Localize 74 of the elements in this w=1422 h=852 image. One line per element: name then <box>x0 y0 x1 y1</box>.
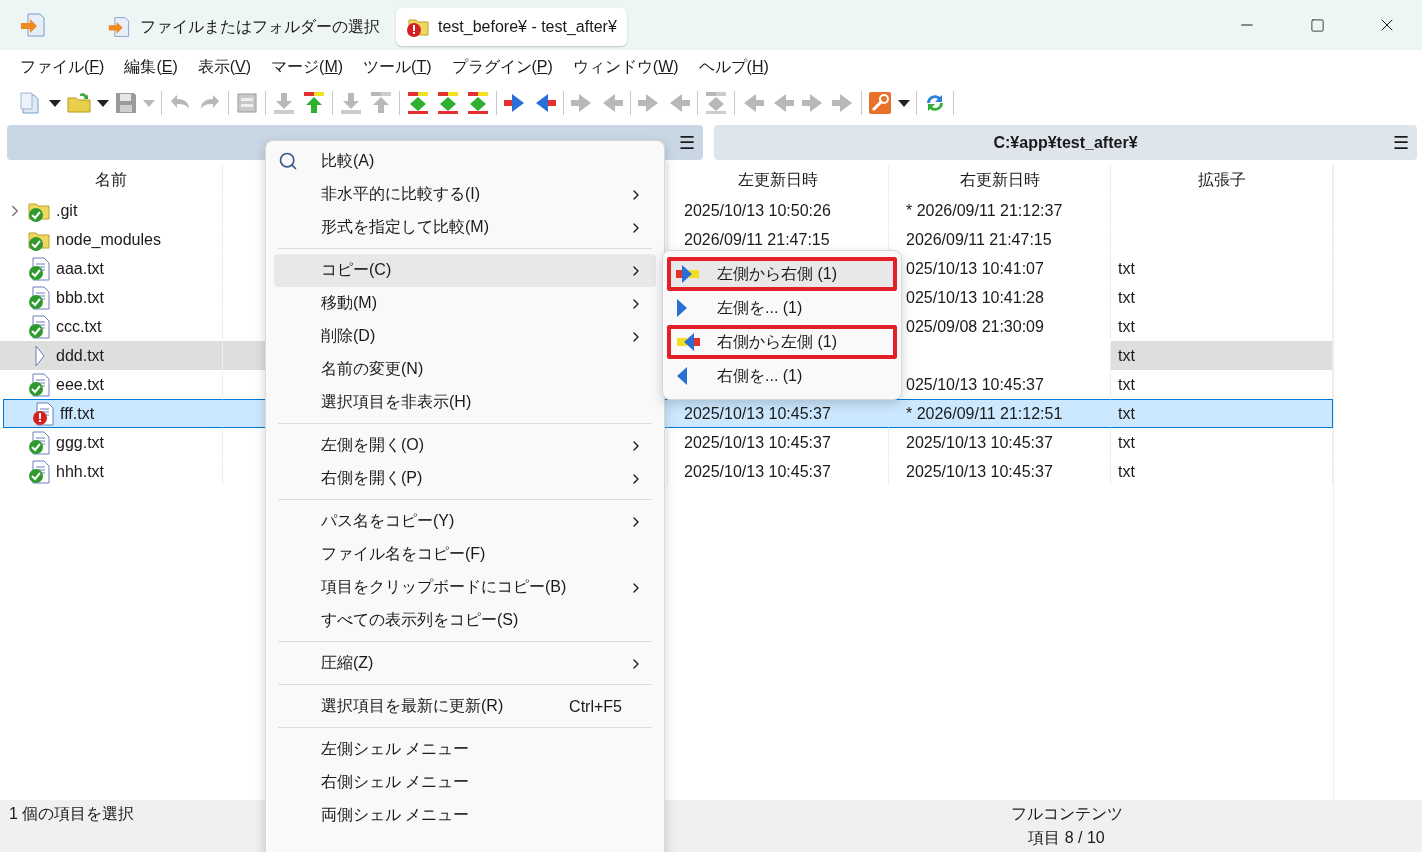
menu-item[interactable]: 削除(D) <box>274 320 656 353</box>
shortcut-text: Ctrl+F5 <box>569 697 623 716</box>
table-cell: 2025/10/13 10:50:26 <box>668 196 889 225</box>
menu-item[interactable]: コピー(C) <box>274 254 656 287</box>
menu-item[interactable]: 両側シェル メニュー <box>274 799 656 832</box>
status-text: フルコンテンツ <box>1010 804 1123 824</box>
file-name: ggg.txt <box>56 433 105 452</box>
table-cell: 2025/10/13 10:45:37 <box>889 428 1111 457</box>
table-cell[interactable]: ddd.txt <box>0 341 223 370</box>
table-cell: 2025/10/13 10:45:37 <box>668 428 889 457</box>
menu-item[interactable]: ファイル名をコピー(F) <box>274 538 656 571</box>
menu-bar-item[interactable]: 表示(V) <box>189 57 260 78</box>
menu-item[interactable]: 選択項目を最新に更新(R) Ctrl+F5 <box>274 690 656 723</box>
menu-item[interactable]: 名前の変更(N) <box>274 353 656 386</box>
menu-item[interactable]: 左側を開く(O) <box>274 429 656 462</box>
menu-item[interactable]: 非水平的に比較する(I) <box>274 178 656 211</box>
table-cell[interactable]: node_modules <box>0 225 223 254</box>
column-header[interactable]: 名前 <box>0 165 223 196</box>
menu-icon[interactable]: ☰ <box>1392 132 1409 154</box>
table-cell: txt <box>1111 283 1333 312</box>
menu-item[interactable]: 左側シェル メニュー <box>274 733 656 766</box>
menu-icon[interactable]: ☰ <box>678 132 695 154</box>
column-header[interactable]: 拡張子 <box>1111 165 1333 196</box>
menu-bar-item[interactable]: ヘルプ(H) <box>690 57 777 78</box>
file-name: aaa.txt <box>56 259 105 278</box>
menu-item[interactable]: 選択項目を非表示(H) <box>274 386 656 419</box>
table-cell: txt <box>1111 399 1333 428</box>
table-cell: txt <box>1111 254 1333 283</box>
table-cell: txt <box>1111 341 1333 370</box>
file-name: ccc.txt <box>56 317 102 336</box>
menu-item[interactable]: 移動(M) <box>274 287 656 320</box>
file-name: .git <box>56 201 78 220</box>
menu-bar-item[interactable]: 編集(E) <box>116 57 186 78</box>
menu-bar-item[interactable]: ウィンドウ(W) <box>564 57 687 78</box>
file-name: node_modules <box>56 230 161 249</box>
window-tab[interactable]: ファイルまたはフォルダーの選択 <box>98 8 390 46</box>
table-cell: 2025/10/13 10:45:37 <box>668 457 889 486</box>
status-text: 1 個の項目を選択 <box>9 805 135 822</box>
path-text: C:¥app¥test_after¥ <box>993 133 1138 152</box>
table-cell: txt <box>1111 428 1333 457</box>
table-cell[interactable]: fff.txt <box>3 399 223 428</box>
table-cell[interactable]: aaa.txt <box>0 254 223 283</box>
window-tab[interactable]: test_before¥ - test_after¥ <box>396 8 627 46</box>
menu-item[interactable]: すべての表示列をコピー(S) <box>274 604 656 637</box>
file-name: eee.txt <box>56 375 105 394</box>
menu-item[interactable]: 左側から右側 (1) <box>667 257 897 291</box>
table-cell: 2025/10/13 10:45:37 <box>668 399 889 428</box>
file-name: fff.txt <box>60 404 95 423</box>
table-cell[interactable]: .git <box>0 196 223 225</box>
menu-bar-item[interactable]: ファイル(F) <box>12 57 113 78</box>
menu-item[interactable]: 右側から左側 (1) <box>667 325 897 359</box>
menu-item[interactable]: 右側を開く(P) <box>274 462 656 495</box>
table-cell[interactable]: hhh.txt <box>0 457 223 486</box>
file-name: hhh.txt <box>56 462 105 481</box>
menu-item[interactable]: 圧縮(Z) <box>274 647 656 680</box>
menu-bar-item[interactable]: マージ(M) <box>263 57 352 78</box>
file-name: ddd.txt <box>56 346 105 365</box>
file-name: bbb.txt <box>56 288 105 307</box>
table-cell: txt <box>1111 457 1333 486</box>
table-cell[interactable]: bbb.txt <box>0 283 223 312</box>
table-cell[interactable]: ggg.txt <box>0 428 223 457</box>
menu-bar-item[interactable]: ツール(T) <box>355 57 440 78</box>
menu-item[interactable]: 形式を指定して比較(M) <box>274 211 656 244</box>
table-cell: 2025/10/13 10:45:37 <box>889 457 1111 486</box>
table-cell: * 2026/09/11 21:12:37 <box>889 196 1111 225</box>
menu-item[interactable]: パス名をコピー(Y) <box>274 505 656 538</box>
table-cell: * 2026/09/11 21:12:51 <box>889 399 1111 428</box>
column-header[interactable]: 右更新日時 <box>889 165 1111 196</box>
status-text: 項目 8 / 10 <box>1028 828 1105 848</box>
menu-item[interactable]: 比較(A) <box>274 145 656 178</box>
menu-item[interactable]: 項目をクリップボードにコピー(B) <box>274 571 656 604</box>
menu-bar-item[interactable]: プラグイン(P) <box>443 57 561 78</box>
menu-item[interactable]: 右側シェル メニュー <box>274 766 656 799</box>
column-header[interactable]: 左更新日時 <box>668 165 889 196</box>
